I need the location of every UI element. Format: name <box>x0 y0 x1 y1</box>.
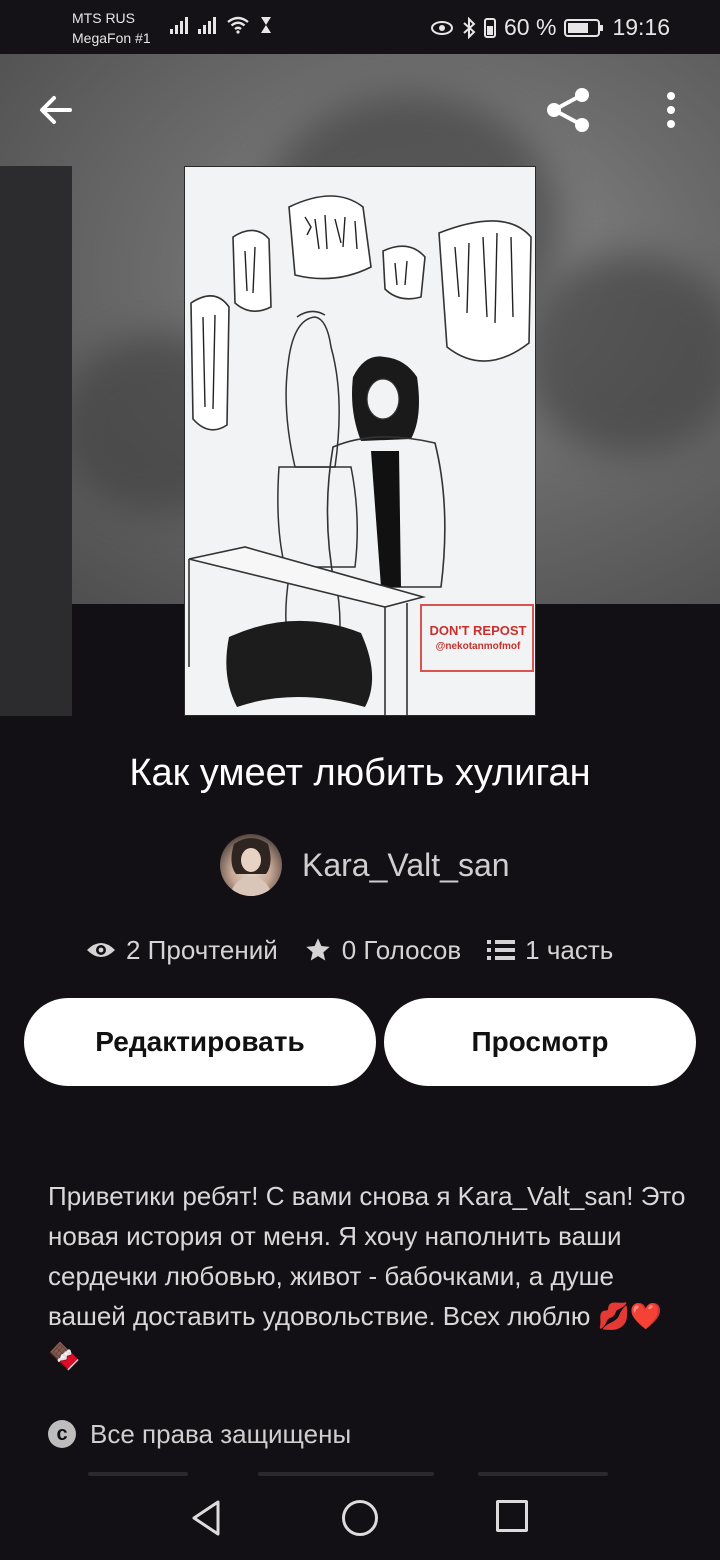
status-bar: MTS RUS MegaFon #1 60 % 19:16 <box>0 0 720 54</box>
copyright-text: Все права защищены <box>90 1418 352 1449</box>
list-icon <box>487 940 516 960</box>
share-icon <box>547 88 589 132</box>
status-time: 19:16 <box>612 14 670 40</box>
more-vertical-icon <box>667 92 675 128</box>
bluetooth-icon <box>463 16 476 39</box>
back-button[interactable] <box>34 88 78 132</box>
arrow-left-icon <box>40 96 72 124</box>
adjacent-story-cover[interactable] <box>0 166 72 716</box>
signal-icons <box>170 16 272 34</box>
votes-count: 0 Голосов <box>341 934 462 965</box>
parts-stat: 1 часть <box>487 935 613 966</box>
avatar <box>220 834 282 896</box>
star-icon <box>306 938 330 961</box>
signal-1-icon <box>170 16 188 34</box>
watermark-text: DON'T REPOST <box>429 623 527 638</box>
author-link[interactable]: Kara_Valt_san <box>220 834 510 896</box>
watermark-handle: @nekotanmofmof <box>435 641 521 652</box>
story-title: Как умеет любить хулиган <box>129 752 591 794</box>
reads-count: 2 Прочтений <box>126 934 278 965</box>
view-button[interactable]: Просмотр <box>384 998 696 1086</box>
votes-stat: 0 Голосов <box>304 935 461 966</box>
share-button[interactable] <box>542 84 594 136</box>
battery-percent: 60 % <box>504 14 557 40</box>
wifi-icon <box>227 16 249 34</box>
story-stats: 2 Прочтений 0 Голосов 1 часть <box>86 930 613 970</box>
signal-2-icon <box>198 16 216 34</box>
copyright-icon: c <box>48 1420 76 1448</box>
author-name: Kara_Valt_san <box>302 846 510 883</box>
story-description: Приветики ребят! С вами снова я Kara_Val… <box>48 1181 686 1371</box>
carrier-info: MTS RUS MegaFon #1 <box>72 8 151 48</box>
more-options-button[interactable] <box>656 88 686 132</box>
parts-count: 1 часть <box>525 934 614 965</box>
carrier-2: MegaFon #1 <box>72 30 151 46</box>
nav-recents-button[interactable] <box>496 1500 528 1532</box>
battery-icon <box>564 18 604 37</box>
eye-icon <box>87 943 115 957</box>
copyright-row: c Все права защищены <box>48 1414 351 1454</box>
carrier-1: MTS RUS <box>72 10 135 26</box>
triangle-back-icon <box>192 1500 220 1536</box>
vibrate-battery-icon <box>484 17 496 38</box>
edit-button[interactable]: Редактировать <box>24 998 376 1086</box>
eye-comfort-icon <box>431 20 453 35</box>
hourglass-icon <box>261 17 271 33</box>
reads-stat: 2 Прочтений <box>86 935 278 966</box>
nav-home-button[interactable] <box>342 1500 378 1536</box>
system-nav-bar <box>0 1476 720 1560</box>
story-cover-image[interactable]: DON'T REPOST @nekotanmofmof <box>184 166 536 716</box>
nav-back-button[interactable] <box>186 1498 226 1538</box>
